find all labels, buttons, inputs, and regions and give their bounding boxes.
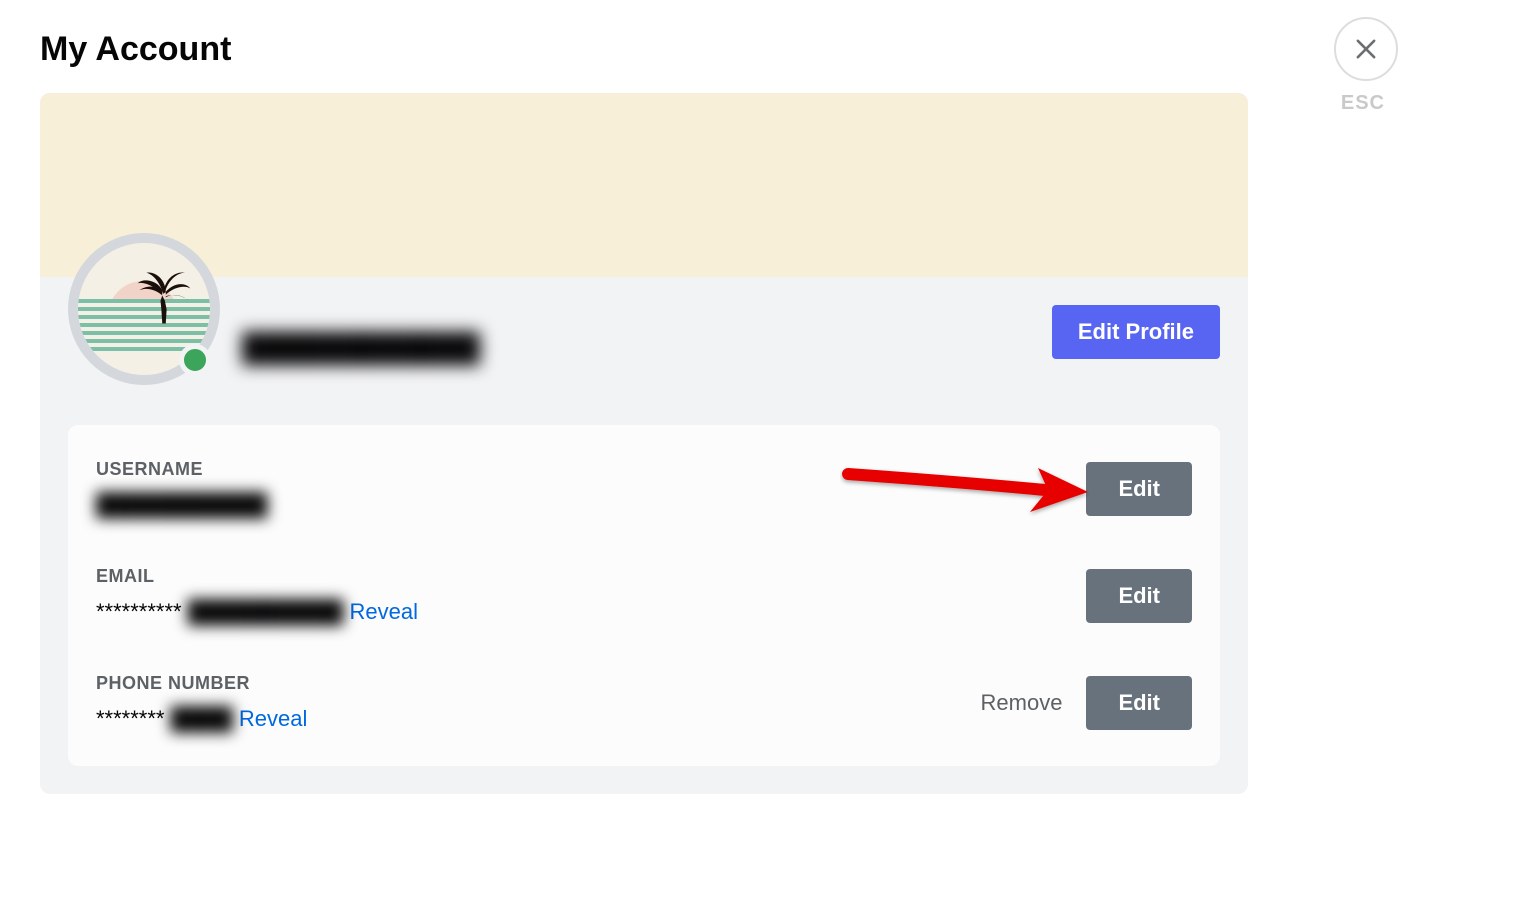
edit-email-button[interactable]: Edit: [1086, 569, 1192, 623]
profile-banner: [40, 93, 1248, 277]
profile-row: ████████████ Edit Profile: [40, 277, 1248, 425]
palm-tree-icon: [136, 271, 192, 327]
email-label: EMAIL: [96, 566, 418, 587]
account-details: USERNAME ███████████ Edit EMAIL ********…: [68, 425, 1220, 766]
edit-username-button[interactable]: Edit: [1086, 462, 1192, 516]
status-online-icon: [179, 344, 211, 376]
username-value: ███████████: [96, 492, 267, 518]
avatar: [68, 233, 220, 385]
username-row: USERNAME ███████████ Edit: [68, 435, 1220, 542]
email-masked: **********: [96, 599, 182, 625]
email-value: ██████████: [188, 599, 344, 625]
email-row: EMAIL **********██████████ Reveal Edit: [68, 542, 1220, 649]
display-name: ████████████: [242, 332, 480, 364]
phone-value: ████: [171, 706, 233, 732]
close-icon: [1352, 35, 1380, 63]
reveal-phone-button[interactable]: Reveal: [239, 706, 307, 732]
remove-phone-button[interactable]: Remove: [981, 690, 1063, 716]
account-card: ████████████ Edit Profile USERNAME █████…: [40, 93, 1248, 794]
edit-profile-button[interactable]: Edit Profile: [1052, 305, 1220, 359]
reveal-email-button[interactable]: Reveal: [350, 599, 418, 625]
esc-label: ESC: [1341, 92, 1385, 115]
phone-label: PHONE NUMBER: [96, 673, 307, 694]
phone-masked: ********: [96, 706, 165, 732]
username-label: USERNAME: [96, 459, 267, 480]
phone-row: PHONE NUMBER ********████ Reveal Remove …: [68, 649, 1220, 756]
edit-phone-button[interactable]: Edit: [1086, 676, 1192, 730]
page-title: My Account: [40, 30, 1488, 69]
close-button[interactable]: [1334, 17, 1398, 81]
